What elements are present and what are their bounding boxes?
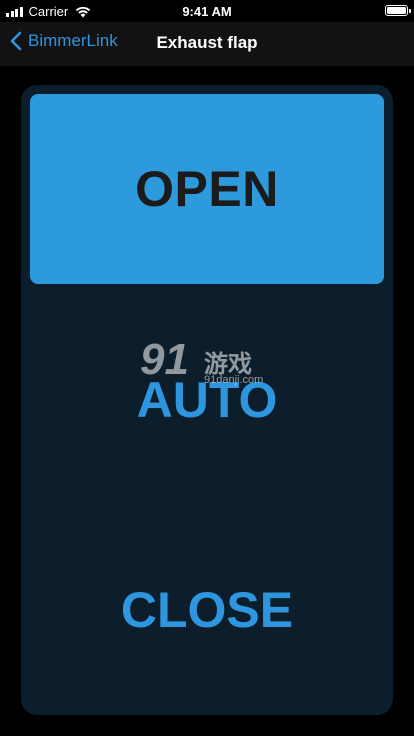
open-button-label: OPEN (135, 161, 279, 217)
status-time: 9:41 AM (182, 4, 232, 19)
auto-button[interactable]: AUTO (30, 305, 384, 495)
navigation-bar: BimmerLink Exhaust flap (0, 22, 414, 66)
page-title: Exhaust flap (156, 33, 258, 52)
close-button-label: CLOSE (120, 582, 294, 638)
close-button[interactable]: CLOSE (30, 515, 384, 705)
open-button[interactable]: OPEN (30, 94, 384, 284)
exhaust-flap-control-panel: OPEN AUTO CLOSE (21, 85, 393, 715)
auto-button-label: AUTO (136, 372, 278, 428)
status-bar: Carrier 9:41 AM (0, 0, 414, 22)
battery-icon (385, 5, 411, 16)
